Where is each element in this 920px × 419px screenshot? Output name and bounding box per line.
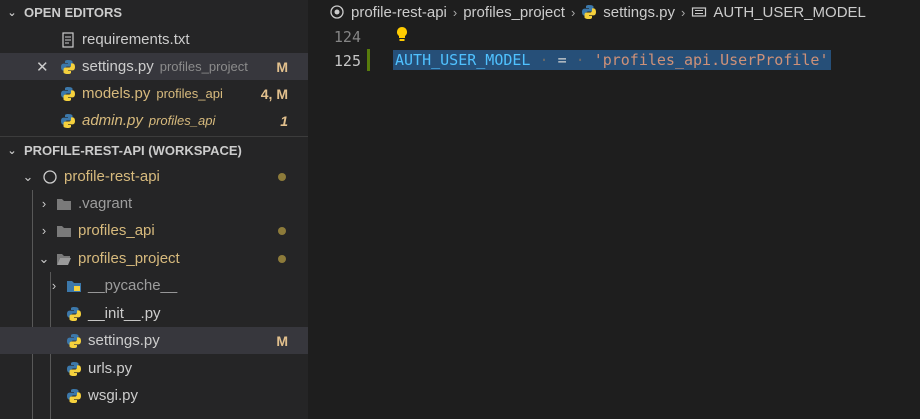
section-divider <box>0 136 308 137</box>
close-icon[interactable]: ✕ <box>36 58 49 76</box>
tree-item-wsgi[interactable]: wsgi.py <box>0 382 308 409</box>
line-number: 125 <box>333 52 361 70</box>
git-status-badge: 1 <box>280 112 288 129</box>
root-folder-icon <box>42 169 58 185</box>
tree-item-profile-rest-api[interactable]: ⌄ profile-rest-api <box>0 163 308 190</box>
workspace-root-icon <box>329 4 345 20</box>
open-editor-desc: profiles_project <box>159 59 248 74</box>
chevron-down-icon: ⌄ <box>22 168 34 184</box>
breadcrumb-item[interactable]: settings.py <box>603 4 675 21</box>
open-editor-settings[interactable]: ✕ settings.py profiles_project M <box>0 53 308 80</box>
workspace-header[interactable]: ⌄ PROFILE-REST-API (WORKSPACE) <box>0 138 308 162</box>
python-icon <box>60 59 76 75</box>
tree-item-label: profiles_project <box>78 250 180 267</box>
whitespace-marker: · <box>566 51 594 69</box>
python-icon <box>60 113 76 129</box>
modified-dot <box>278 226 286 235</box>
folder-icon <box>56 223 72 239</box>
code-editor[interactable]: profile-rest-api › profiles_project › se… <box>309 0 920 419</box>
code-identifier: AUTH_USER_MODEL <box>395 51 531 69</box>
tree-item-label: urls.py <box>88 360 133 377</box>
chevron-right-icon: › <box>41 196 47 211</box>
python-icon <box>66 333 82 349</box>
code-operator: = <box>557 51 567 69</box>
tree-item-label: wsgi.py <box>88 387 139 404</box>
chevron-down-icon: ⌄ <box>7 144 17 157</box>
workspace-title: PROFILE-REST-API (WORKSPACE) <box>24 142 242 158</box>
open-editor-desc: profiles_api <box>148 113 216 128</box>
folder-icon <box>56 196 72 212</box>
python-icon <box>66 306 82 322</box>
open-editor-admin[interactable]: admin.py profiles_api 1 <box>0 107 308 134</box>
tree-item-urls[interactable]: urls.py <box>0 355 308 382</box>
breadcrumb-item[interactable]: AUTH_USER_MODEL <box>713 4 866 21</box>
chevron-down-icon: ⌄ <box>7 6 17 19</box>
chevron-right-icon: › <box>452 4 458 20</box>
tree-item-label: profiles_api <box>78 222 155 239</box>
tree-item-profiles-api[interactable]: › profiles_api <box>0 217 308 244</box>
modified-dot <box>278 254 286 263</box>
text-file-icon <box>60 31 76 48</box>
breadcrumb-item[interactable]: profiles_project <box>463 4 565 21</box>
open-editor-label: settings.py <box>82 58 154 75</box>
open-editor-label: models.py <box>82 85 151 102</box>
open-editors-title: OPEN EDITORS <box>24 4 123 20</box>
tree-item-label: profile-rest-api <box>64 168 160 185</box>
python-icon <box>66 388 82 404</box>
tree-item-label: __init__.py <box>88 305 161 322</box>
folder-open-icon <box>56 251 72 267</box>
breadcrumb-item[interactable]: profile-rest-api <box>351 4 447 21</box>
tree-item-init[interactable]: __init__.py <box>0 300 308 327</box>
git-modified-indicator[interactable] <box>367 49 370 71</box>
python-icon <box>581 4 597 20</box>
code-string: 'profiles_api.UserProfile' <box>593 51 829 69</box>
lightbulb-icon[interactable] <box>395 26 409 46</box>
open-editor-label: admin.py <box>82 112 143 129</box>
open-editor-label: requirements.txt <box>82 31 190 48</box>
chevron-right-icon: › <box>681 4 686 20</box>
open-editors-header[interactable]: ⌄ OPEN EDITORS <box>0 0 308 24</box>
chevron-right-icon: › <box>51 278 57 293</box>
chevron-down-icon: ⌄ <box>38 250 50 266</box>
tree-item-profiles-project[interactable]: ⌄ profiles_project <box>0 245 308 272</box>
git-status-badge: M <box>276 332 288 349</box>
git-status-badge: 4, M <box>260 85 288 102</box>
line-number: 124 <box>333 28 361 46</box>
tree-item-vagrant[interactable]: › .vagrant <box>0 190 308 217</box>
whitespace-marker: · <box>530 51 558 69</box>
open-editor-models[interactable]: models.py profiles_api 4, M <box>0 80 308 107</box>
modified-dot <box>278 172 286 181</box>
explorer-sidebar: ⌄ OPEN EDITORS requirements.txt ✕ settin… <box>0 0 308 419</box>
tree-item-settings[interactable]: settings.py M <box>0 327 308 354</box>
tree-item-label: settings.py <box>88 332 160 349</box>
open-editor-desc: profiles_api <box>156 86 223 101</box>
git-status-badge: M <box>276 58 288 75</box>
chevron-right-icon: › <box>570 4 576 20</box>
python-icon <box>60 86 76 102</box>
open-editor-requirements[interactable]: requirements.txt <box>0 26 308 53</box>
code-line[interactable]: AUTH_USER_MODEL · = · 'profiles_api.User… <box>393 50 831 70</box>
breadcrumb: profile-rest-api › profiles_project › se… <box>329 0 866 24</box>
python-folder-icon <box>66 278 82 294</box>
tree-item-label: __pycache__ <box>88 277 178 294</box>
python-icon <box>66 361 82 377</box>
variable-symbol-icon <box>691 4 707 20</box>
chevron-right-icon: › <box>41 223 47 238</box>
tree-item-label: .vagrant <box>78 195 133 212</box>
tree-item-pycache[interactable]: › __pycache__ <box>0 272 308 299</box>
